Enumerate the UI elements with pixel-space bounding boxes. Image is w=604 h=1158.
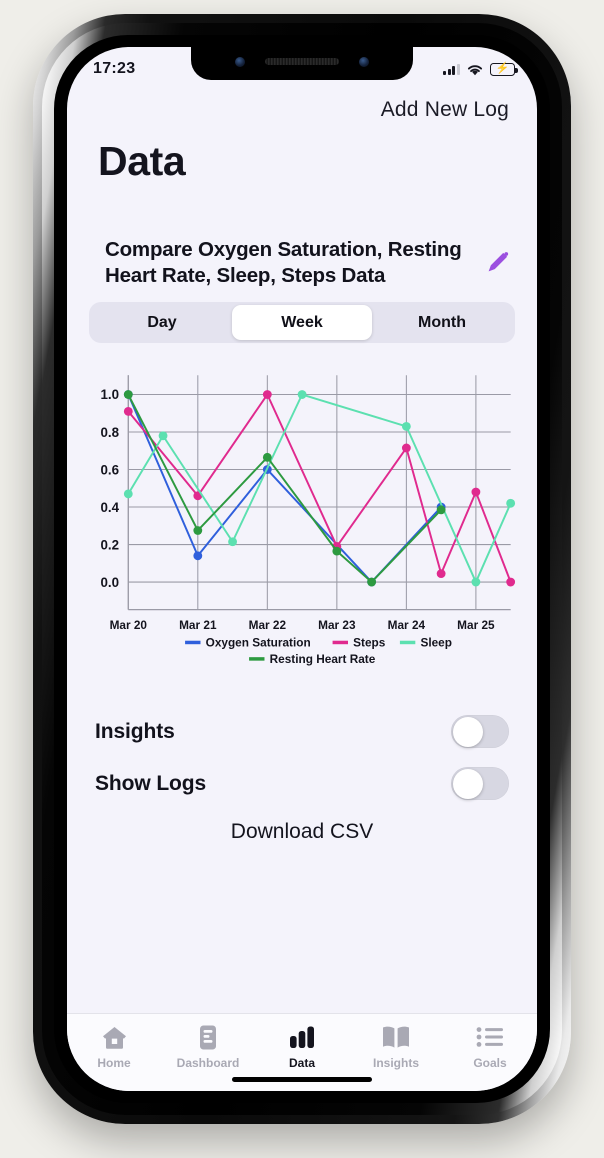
card-header: Compare Oxygen Saturation, Resting Heart… <box>89 237 515 289</box>
x-axis-tick-label: Mar 25 <box>457 619 495 633</box>
data-point[interactable] <box>471 488 481 497</box>
status-time: 17:23 <box>93 60 136 77</box>
data-point[interactable] <box>262 453 272 463</box>
tab-home[interactable]: Home <box>67 1023 161 1070</box>
tab-goals-label: Goals <box>473 1056 507 1070</box>
pencil-icon[interactable] <box>483 247 513 277</box>
compare-card: Compare Oxygen Saturation, Resting Heart… <box>67 185 537 344</box>
download-csv-button[interactable]: Download CSV <box>95 810 509 844</box>
series-line <box>127 394 512 584</box>
show-logs-toggle[interactable] <box>451 767 509 801</box>
data-point[interactable] <box>471 578 481 587</box>
y-axis-tick-label: 0.0 <box>100 575 119 590</box>
show-logs-label: Show Logs <box>95 771 207 795</box>
battery-charging-icon: ⚡ <box>490 62 518 76</box>
chart-container: 0.0 0.2 0.4 0.6 0.8 1.0 Mar 20 Mar 21 Mar 22 Mar … <box>67 343 537 675</box>
data-point[interactable] <box>506 578 516 587</box>
card-title: Compare Oxygen Saturation, Resting Heart… <box>105 238 462 288</box>
y-axis-tick-label: 1.0 <box>100 388 119 403</box>
tab-dashboard[interactable]: Dashboard <box>161 1023 255 1070</box>
tab-data-label: Data <box>288 1056 315 1070</box>
segment-week[interactable]: Week <box>232 305 372 341</box>
data-point[interactable] <box>123 489 133 499</box>
data-point[interactable] <box>228 537 237 547</box>
tab-goals[interactable]: Goals <box>443 1023 537 1070</box>
insights-toggle[interactable] <box>451 715 509 749</box>
face-id-sensor-icon <box>359 57 369 67</box>
data-point[interactable] <box>401 444 411 453</box>
insights-label: Insights <box>95 719 175 743</box>
data-point[interactable] <box>401 422 411 432</box>
x-axis-tick-label: Mar 23 <box>318 619 356 633</box>
dashboard-icon <box>196 1023 220 1051</box>
row-show-logs: Show Logs <box>95 758 509 810</box>
earpiece-speaker <box>265 58 339 65</box>
row-insights: Insights <box>95 706 509 758</box>
screenshot-stage: 17:23 ⚡ Add New Log Data Compare Oxygen … <box>0 0 604 1158</box>
book-icon <box>381 1023 411 1051</box>
y-axis-tick-label: 0.8 <box>100 425 119 440</box>
notch <box>191 47 413 80</box>
data-point[interactable] <box>436 505 446 515</box>
x-axis-tick-label: Mar 24 <box>388 619 426 633</box>
app-content: Add New Log Data Compare Oxygen Saturati… <box>67 47 537 1091</box>
y-axis-tick-label: 0.2 <box>100 538 119 553</box>
data-point[interactable] <box>193 526 203 536</box>
x-axis-tick-label: Mar 22 <box>249 619 287 633</box>
legend-label: Resting Heart Rate <box>270 652 376 666</box>
data-point[interactable] <box>436 569 446 579</box>
multi-series-line-chart[interactable]: 0.0 0.2 0.4 0.6 0.8 1.0 Mar 20 Mar 21 Mar 22 Mar … <box>81 367 523 675</box>
home-icon <box>101 1023 128 1051</box>
data-point[interactable] <box>506 499 516 509</box>
data-point[interactable] <box>158 431 168 441</box>
legend-label: Steps <box>353 636 386 650</box>
tab-insights-label: Insights <box>372 1056 419 1070</box>
settings-rows: Insights Show Logs Download CSV <box>67 676 537 844</box>
bar-chart-icon <box>288 1023 316 1051</box>
x-axis-tick-label: Mar 21 <box>179 619 217 633</box>
segment-month[interactable]: Month <box>372 305 512 340</box>
segment-day[interactable]: Day <box>92 305 232 340</box>
tab-data[interactable]: Data <box>255 1023 349 1070</box>
data-point[interactable] <box>123 407 133 417</box>
phone-screen: 17:23 ⚡ Add New Log Data Compare Oxygen … <box>67 47 537 1091</box>
insights-toggle-knob <box>452 716 483 747</box>
data-point[interactable] <box>332 547 342 557</box>
x-axis-tick-label: Mar 20 <box>110 619 148 633</box>
cellular-bars-icon <box>443 63 460 75</box>
tab-home-label: Home <box>97 1056 131 1070</box>
show-logs-toggle-knob <box>452 768 483 799</box>
list-icon <box>476 1023 504 1051</box>
home-indicator <box>232 1077 372 1082</box>
top-bar: Add New Log <box>67 85 537 122</box>
phone-frame-inner: 17:23 ⚡ Add New Log Data Compare Oxygen … <box>42 23 562 1115</box>
data-point[interactable] <box>367 578 377 587</box>
y-axis-tick-label: 0.6 <box>100 463 119 478</box>
tab-insights[interactable]: Insights <box>349 1023 443 1070</box>
wifi-icon <box>467 64 483 75</box>
data-point[interactable] <box>193 551 203 561</box>
legend-label: Sleep <box>420 636 452 650</box>
status-indicators: ⚡ <box>443 62 518 76</box>
data-point[interactable] <box>262 390 272 400</box>
add-new-log-button[interactable]: Add New Log <box>381 98 509 122</box>
page-title: Data <box>98 138 186 184</box>
tab-dashboard-label: Dashboard <box>176 1056 240 1070</box>
y-axis-tick-label: 0.4 <box>100 500 119 515</box>
phone-bezel: 17:23 ⚡ Add New Log Data Compare Oxygen … <box>54 35 550 1103</box>
phone-frame: 17:23 ⚡ Add New Log Data Compare Oxygen … <box>33 14 571 1124</box>
front-camera-icon <box>235 57 245 67</box>
timeframe-segmented-control[interactable]: Day Week Month <box>89 302 515 344</box>
series-line <box>127 394 512 584</box>
data-point[interactable] <box>297 390 307 400</box>
data-point[interactable] <box>123 390 133 400</box>
legend-label: Oxygen Saturation <box>206 636 311 650</box>
